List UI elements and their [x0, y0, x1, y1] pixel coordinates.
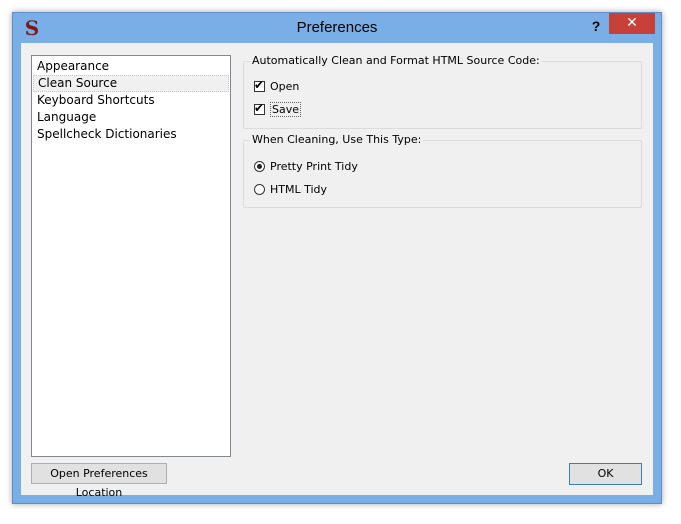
- category-item-keyboard-shortcuts[interactable]: Keyboard Shortcuts: [33, 92, 229, 109]
- category-list[interactable]: Appearance Clean Source Keyboard Shortcu…: [31, 55, 231, 457]
- save-option[interactable]: ✔ Save: [254, 100, 302, 117]
- title-bar[interactable]: S Preferences ? ✕: [13, 13, 661, 43]
- html-tidy-radio[interactable]: [254, 183, 265, 195]
- pretty-print-tidy-label: Pretty Print Tidy: [270, 159, 358, 173]
- checkmark-icon: ✔: [254, 100, 265, 115]
- checkmark-icon: ✔: [254, 77, 265, 92]
- html-tidy-label: HTML Tidy: [270, 182, 328, 196]
- category-item-spellcheck-dictionaries[interactable]: Spellcheck Dictionaries: [33, 126, 229, 143]
- radio-selected-dot-icon: [257, 163, 262, 169]
- pretty-print-tidy-radio[interactable]: [254, 160, 265, 172]
- preferences-window: S Preferences ? ✕ Appearance Clean Sourc…: [12, 12, 662, 504]
- category-item-appearance[interactable]: Appearance: [33, 58, 229, 75]
- open-preferences-location-button[interactable]: Open Preferences Location: [31, 463, 167, 499]
- dialog-body: Appearance Clean Source Keyboard Shortcu…: [21, 43, 653, 499]
- html-tidy-option[interactable]: HTML Tidy: [254, 181, 327, 197]
- open-checkbox[interactable]: ✔: [254, 77, 265, 92]
- pretty-print-tidy-option[interactable]: Pretty Print Tidy: [254, 158, 358, 174]
- close-button[interactable]: ✕: [609, 13, 655, 34]
- open-option-label: Open: [270, 79, 300, 93]
- save-option-label: Save: [270, 101, 302, 117]
- category-item-clean-source[interactable]: Clean Source: [33, 75, 229, 92]
- ok-button[interactable]: OK: [569, 463, 642, 485]
- auto-clean-group: Automatically Clean and Format HTML Sour…: [243, 54, 642, 129]
- cleaning-type-group: When Cleaning, Use This Type: Pretty Pri…: [243, 133, 642, 208]
- open-option[interactable]: ✔ Open: [254, 78, 299, 94]
- help-button[interactable]: ?: [586, 16, 606, 36]
- category-item-language[interactable]: Language: [33, 109, 229, 126]
- window-title: Preferences: [296, 19, 378, 36]
- cleaning-type-legend: When Cleaning, Use This Type:: [250, 133, 424, 146]
- auto-clean-legend: Automatically Clean and Format HTML Sour…: [250, 54, 542, 67]
- save-checkbox[interactable]: ✔: [254, 100, 265, 115]
